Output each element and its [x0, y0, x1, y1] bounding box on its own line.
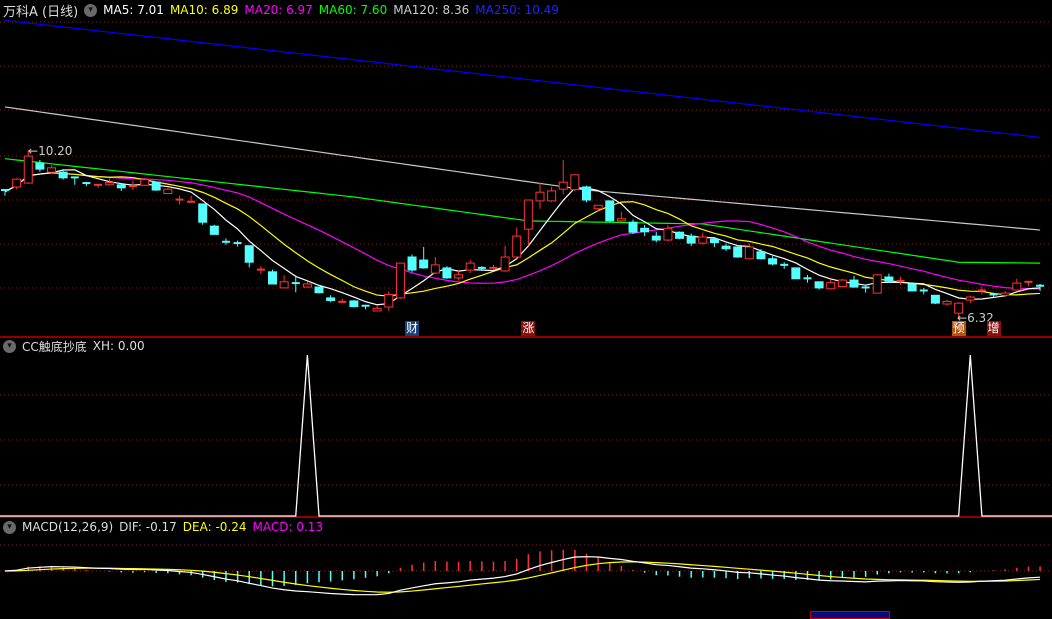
candle-body — [582, 186, 591, 201]
candle-body — [58, 171, 68, 179]
candle-body — [302, 283, 312, 288]
candle-body — [791, 267, 801, 280]
candle-body — [105, 182, 115, 186]
ma60-line — [4, 158, 1041, 264]
xh-signal-line — [0, 354, 1052, 517]
candle-body — [605, 200, 615, 222]
candle-body — [651, 235, 661, 241]
candle-body — [558, 181, 568, 190]
candle-body — [907, 283, 917, 292]
candle-body — [349, 300, 359, 308]
macd-dea-value: DEA: -0.24 — [182, 520, 247, 534]
indicator-xh-value: XH: 0.00 — [92, 339, 145, 353]
indicator-pane-header: ▾ CC触底抄底 XH: 0.00 — [3, 337, 145, 355]
candle-body — [942, 300, 952, 305]
stock-title: 万科A (日线) — [3, 4, 79, 20]
indicator-title: CC触底抄底 — [22, 339, 87, 354]
event-tag[interactable]: 财 — [405, 321, 420, 336]
candle-body — [151, 181, 161, 191]
candle-body — [570, 174, 580, 191]
candle-body — [547, 190, 557, 202]
candle-body — [465, 262, 475, 271]
candle-body — [814, 281, 824, 289]
candle-body — [23, 155, 33, 184]
macd-pane-header: ▾ MACD(12,26,9) DIF: -0.17 DEA: -0.24 MA… — [3, 518, 323, 536]
candle-body — [523, 199, 533, 230]
candle-body — [430, 264, 440, 274]
macd-macd-value: MACD: 0.13 — [252, 520, 324, 534]
candle-body — [640, 227, 650, 233]
candle-body — [372, 307, 382, 312]
candle-body — [675, 231, 685, 239]
event-tag[interactable]: 增 — [986, 321, 1001, 336]
candle-body — [628, 221, 638, 233]
ma60-value: MA60: 7.60 — [318, 3, 388, 17]
ma250-line — [4, 19, 1041, 138]
high-price-annotation: ←10.20 — [28, 144, 73, 158]
candle-body — [267, 271, 277, 285]
candle-body — [512, 235, 522, 258]
candle-body — [500, 256, 510, 272]
candle-body — [384, 293, 394, 308]
candle-body — [12, 178, 22, 188]
dif-line — [4, 556, 1041, 596]
ma120-value: MA120: 8.36 — [393, 3, 470, 17]
candle-body — [244, 245, 254, 263]
candle-body — [884, 276, 894, 282]
candle-body — [279, 281, 289, 289]
chevron-down-icon[interactable]: ▾ — [84, 3, 98, 17]
candle-body — [849, 279, 859, 288]
event-tag[interactable]: 涨 — [521, 321, 536, 336]
candle-body — [744, 246, 754, 260]
candle-body — [198, 203, 208, 223]
candle-body — [326, 297, 336, 302]
candle-body — [163, 188, 173, 194]
date-cursor-box — [810, 611, 890, 619]
candle-body — [47, 167, 57, 173]
candle-body — [407, 256, 417, 271]
macd-title: MACD(12,26,9) — [22, 520, 114, 534]
ma120-line — [4, 106, 1041, 231]
candle-body — [698, 236, 708, 244]
candle-body — [116, 184, 126, 189]
event-tag[interactable]: 预 — [951, 321, 966, 336]
candle-body — [314, 286, 324, 294]
high-price-label: 10.20 — [38, 144, 73, 158]
candle-body — [756, 251, 766, 260]
chevron-down-icon[interactable]: ▾ — [3, 520, 16, 534]
candle-body — [535, 191, 545, 202]
ma20-value: MA20: 6.97 — [244, 3, 313, 17]
candle-body — [454, 274, 464, 279]
candle-body — [872, 274, 882, 294]
candle-body — [419, 259, 429, 269]
candle-body — [709, 238, 719, 244]
macd-dif-value: DIF: -0.17 — [119, 520, 177, 534]
ma5-value: MA5: 7.01 — [103, 3, 164, 17]
candle-body — [663, 227, 673, 241]
candle-body — [616, 218, 626, 222]
candle-body — [35, 162, 45, 170]
candle-body — [593, 204, 603, 210]
chevron-down-icon[interactable]: ▾ — [3, 339, 16, 353]
candle-body — [686, 235, 696, 244]
candle-body — [1012, 282, 1022, 291]
candle-body — [209, 225, 219, 235]
candle-body — [395, 262, 405, 299]
candle-body — [733, 246, 743, 258]
candle-body — [965, 296, 975, 301]
candle-body — [721, 245, 731, 250]
ma250-value: MA250: 10.49 — [475, 3, 559, 17]
candle-body — [837, 279, 847, 288]
candle-body — [930, 294, 940, 304]
candle-body — [442, 267, 452, 279]
candle-body — [826, 282, 836, 290]
candle-body — [1000, 292, 1010, 296]
main-pane-header: 万科A (日线) ▾ MA5: 7.01 MA10: 6.89 MA20: 6.… — [3, 1, 559, 20]
candle-body — [140, 179, 150, 186]
ma10-value: MA10: 6.89 — [169, 3, 239, 17]
dea-line — [4, 561, 1041, 593]
candle-body — [768, 258, 778, 265]
